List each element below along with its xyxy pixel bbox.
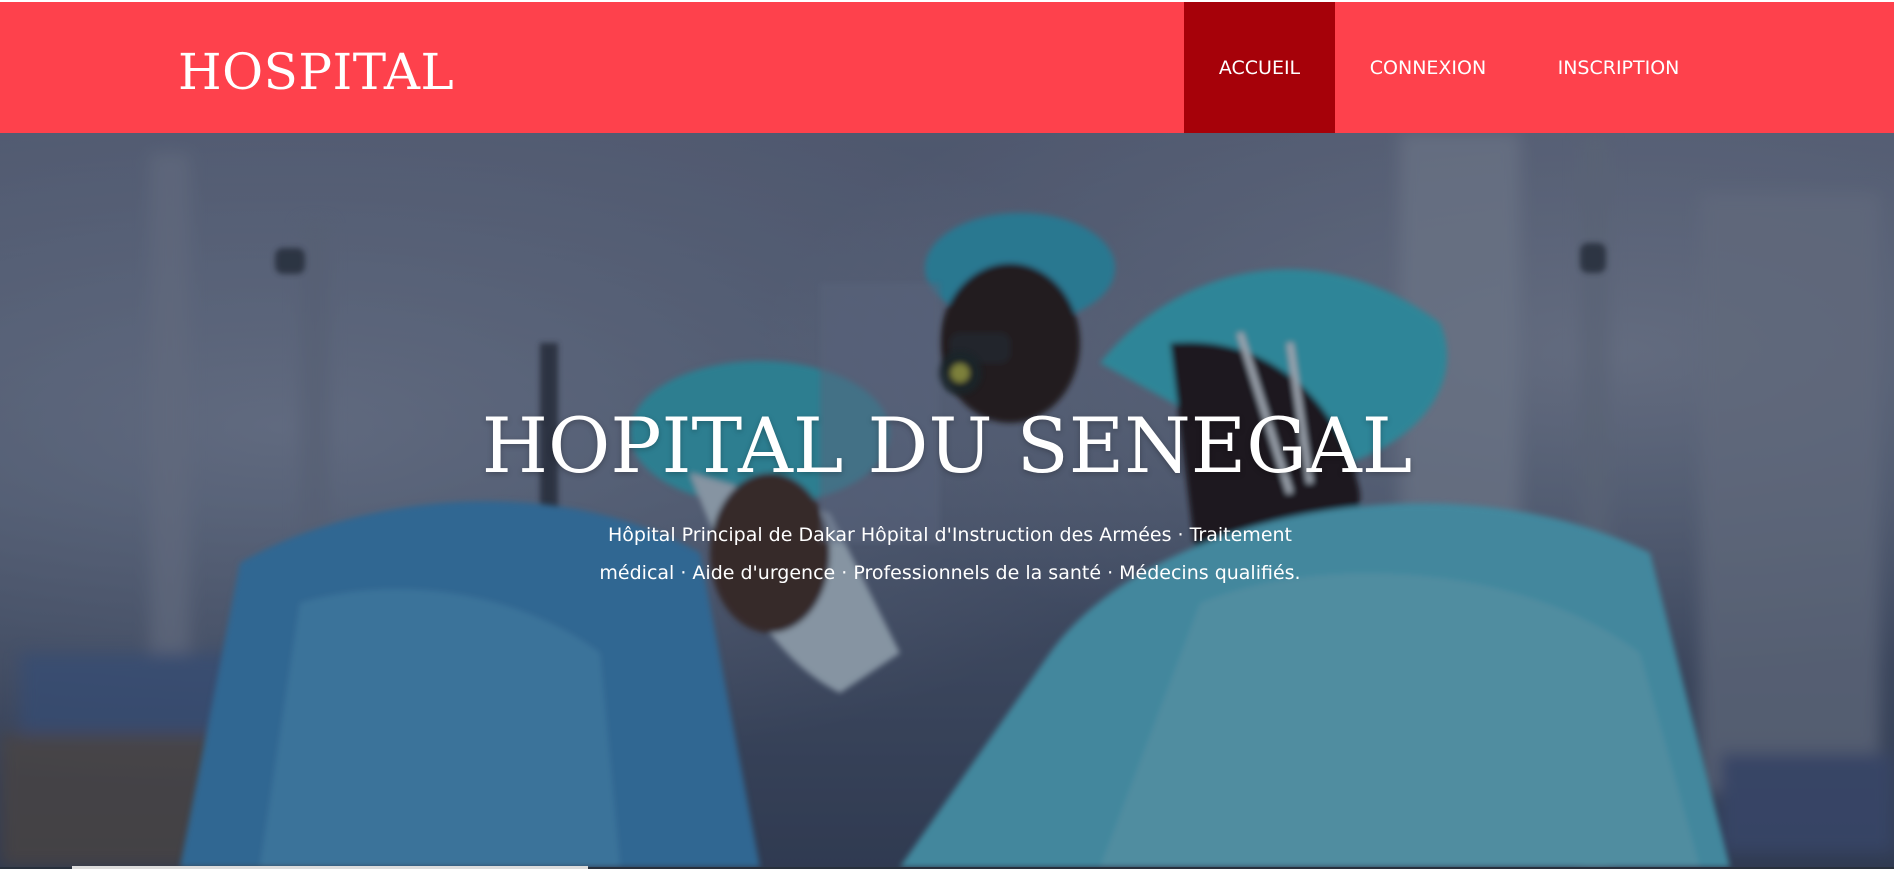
- nav-item-connexion[interactable]: CONNEXION: [1335, 2, 1521, 133]
- hero-dark-overlay: [0, 133, 1894, 867]
- hero-title: HOPITAL DU SENEGAL: [481, 401, 1413, 490]
- hero-section: HOPITAL DU SENEGAL Hôpital Principal de …: [0, 133, 1894, 867]
- navbar: HOSPITAL ACCUEIL CONNEXION INSCRIPTION: [0, 2, 1894, 133]
- hero-description: Hôpital Principal de Dakar Hôpital d'Ins…: [599, 524, 1301, 584]
- nav-item-inscription[interactable]: INSCRIPTION: [1521, 2, 1716, 133]
- brand-logo[interactable]: HOSPITAL: [178, 42, 454, 102]
- main-nav: ACCUEIL CONNEXION INSCRIPTION: [1184, 2, 1716, 133]
- nav-item-accueil[interactable]: ACCUEIL: [1184, 2, 1335, 133]
